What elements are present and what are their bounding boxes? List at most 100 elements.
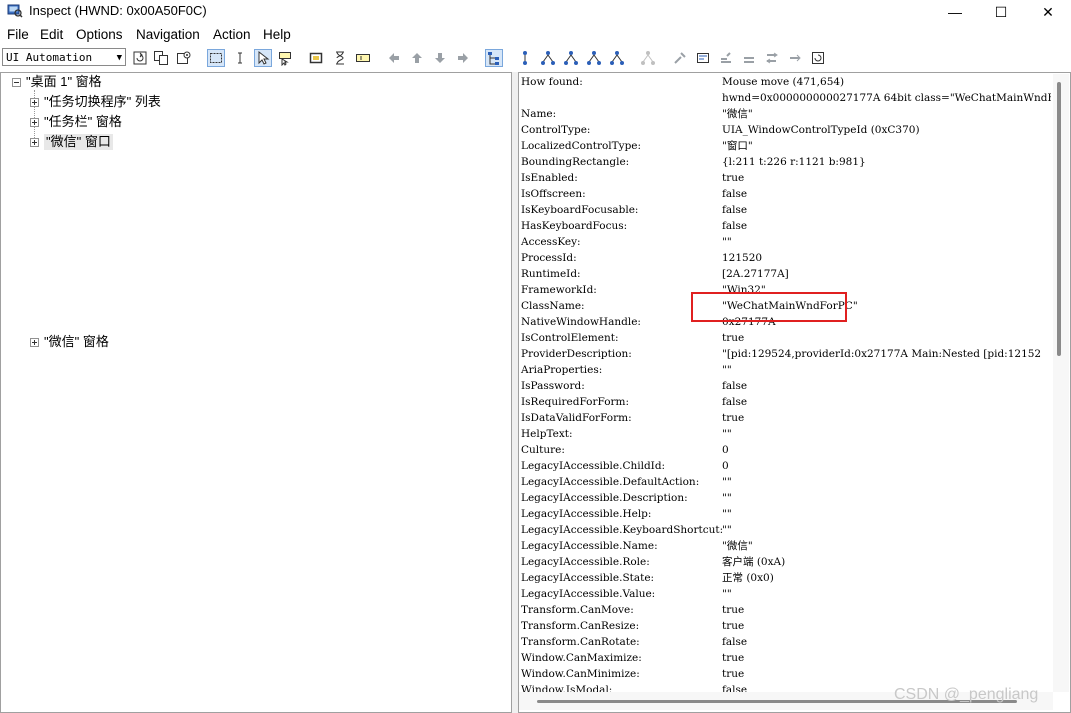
menu-navigation[interactable]: Navigation — [136, 27, 200, 42]
property-name: Transform.CanRotate: — [521, 636, 640, 648]
nav-prev-sibling-icon[interactable] — [586, 50, 602, 66]
property-name: RuntimeId: — [521, 268, 581, 280]
property-row: IsDataValidForForm: true — [521, 410, 1051, 426]
property-value: {l:211 t:226 r:1121 b:981} — [722, 156, 866, 168]
watch-focus-icon[interactable] — [207, 49, 225, 67]
minimize-button[interactable]: — — [932, 0, 978, 24]
property-value: hwnd=0x000000000027177A 64bit class="WeC… — [722, 92, 1051, 104]
property-value: "" — [722, 524, 732, 536]
nav-disabled-icon[interactable] — [640, 50, 656, 66]
property-row: IsOffscreen: false — [521, 186, 1051, 202]
action-refresh-icon[interactable] — [810, 50, 826, 66]
property-name: IsKeyboardFocusable: — [521, 204, 639, 216]
property-value: false — [722, 188, 748, 200]
menu-action[interactable]: Action — [213, 27, 251, 42]
property-name: Culture: — [521, 444, 565, 456]
watch-cursor-icon[interactable] — [254, 49, 272, 67]
property-row: IsPassword: false — [521, 378, 1051, 394]
settings-icon[interactable] — [176, 50, 192, 66]
vertical-scroll-thumb[interactable] — [1057, 82, 1061, 356]
property-name: IsDataValidForForm: — [521, 412, 632, 424]
arrow-right-icon[interactable] — [455, 50, 471, 66]
menu-options[interactable]: Options — [76, 27, 123, 42]
maximize-button[interactable]: ☐ — [978, 0, 1024, 24]
property-name: NativeWindowHandle: — [521, 316, 641, 328]
property-name: LegacyIAccessible.Role: — [521, 556, 650, 568]
copy-icon[interactable] — [153, 50, 169, 66]
property-name: FrameworkId: — [521, 284, 597, 296]
property-value: false — [722, 204, 748, 216]
watch-caret-icon[interactable] — [232, 50, 248, 66]
refresh-icon[interactable] — [132, 50, 148, 66]
arrow-down-icon[interactable] — [432, 50, 448, 66]
expand-icon[interactable] — [30, 338, 39, 347]
property-name: Window.CanMaximize: — [521, 652, 642, 664]
property-name: LegacyIAccessible.Name: — [521, 540, 658, 552]
property-value: 0 — [722, 460, 729, 472]
close-button[interactable]: ✕ — [1025, 0, 1071, 24]
action-expand-icon[interactable] — [718, 50, 734, 66]
property-row: LegacyIAccessible.Value: "" — [521, 586, 1051, 602]
collapse-icon[interactable] — [12, 78, 21, 87]
tree-node-desktop[interactable]: "桌面 1" 窗格 — [26, 74, 102, 90]
menu-file[interactable]: File — [7, 27, 29, 42]
property-row: BoundingRectangle: {l:211 t:226 r:1121 b:… — [521, 154, 1051, 170]
property-value: false — [722, 396, 748, 408]
property-row: IsEnabled: true — [521, 170, 1051, 186]
nav-last-child-icon[interactable] — [609, 50, 625, 66]
property-value: false — [722, 636, 748, 648]
tree-node-wechat-pane[interactable]: "微信" 窗格 — [44, 334, 109, 350]
property-row: LocalizedControlType: "窗口" — [521, 138, 1051, 154]
property-name: LegacyIAccessible.Help: — [521, 508, 652, 520]
action-scroll-icon[interactable] — [787, 50, 803, 66]
watch-tooltip-icon[interactable] — [277, 50, 293, 66]
vertical-scrollbar[interactable] — [1053, 74, 1069, 692]
action-select-icon[interactable] — [764, 50, 780, 66]
chevron-down-icon: ▼ — [116, 53, 122, 63]
property-value: true — [722, 604, 745, 616]
property-row: LegacyIAccessible.Name: "微信" — [521, 538, 1051, 554]
nav-next-sibling-icon[interactable] — [563, 50, 579, 66]
highlight-rect-icon[interactable] — [308, 50, 324, 66]
property-row: LegacyIAccessible.State: 正常 (0x0) — [521, 570, 1051, 586]
inspect-app-icon — [7, 4, 23, 18]
arrow-up-icon[interactable] — [409, 50, 425, 66]
property-row: LegacyIAccessible.Help: "" — [521, 506, 1051, 522]
mode-dropdown[interactable]: UI Automation ▼ — [2, 48, 126, 66]
tree-view-icon[interactable] — [485, 49, 503, 67]
element-tree-pane[interactable] — [0, 72, 512, 713]
tree-node-task-switcher[interactable]: "任务切换程序" 列表 — [44, 94, 161, 110]
property-value: false — [722, 220, 748, 232]
menu-edit[interactable]: Edit — [40, 27, 63, 42]
property-row: Transform.CanRotate: false — [521, 634, 1051, 650]
property-value: true — [722, 412, 745, 424]
property-value: 客户端 (0xA) — [722, 556, 786, 568]
nav-first-child-icon[interactable] — [540, 50, 556, 66]
expand-icon[interactable] — [30, 98, 39, 107]
property-row: LegacyIAccessible.ChildId: 0 — [521, 458, 1051, 474]
property-value: "" — [722, 364, 732, 376]
hourglass-icon[interactable] — [332, 50, 348, 66]
action-toggle-icon[interactable] — [695, 50, 711, 66]
property-name: IsOffscreen: — [521, 188, 586, 200]
property-name: AccessKey: — [521, 236, 581, 248]
property-value: Mouse move (471,654) — [722, 76, 845, 88]
caret-highlight-icon[interactable] — [355, 50, 371, 66]
action-invoke-icon[interactable] — [672, 50, 688, 66]
menu-help[interactable]: Help — [263, 27, 291, 42]
property-value: "" — [722, 428, 732, 440]
property-name: ClassName: — [521, 300, 585, 312]
expand-icon[interactable] — [30, 138, 39, 147]
property-row: IsControlElement: true — [521, 330, 1051, 346]
action-collapse-icon[interactable] — [741, 50, 757, 66]
property-row: IsKeyboardFocusable: false — [521, 202, 1051, 218]
nav-parent-icon[interactable] — [517, 50, 533, 66]
arrow-left-icon[interactable] — [386, 50, 402, 66]
tree-node-wechat-window[interactable]: "微信" 窗口 — [44, 134, 113, 150]
property-value: 121520 — [722, 252, 763, 264]
property-name: IsPassword: — [521, 380, 585, 392]
tree-node-taskbar[interactable]: "任务栏" 窗格 — [44, 114, 122, 130]
expand-icon[interactable] — [30, 118, 39, 127]
property-value: false — [722, 684, 748, 692]
classname-highlight-box — [691, 292, 847, 322]
